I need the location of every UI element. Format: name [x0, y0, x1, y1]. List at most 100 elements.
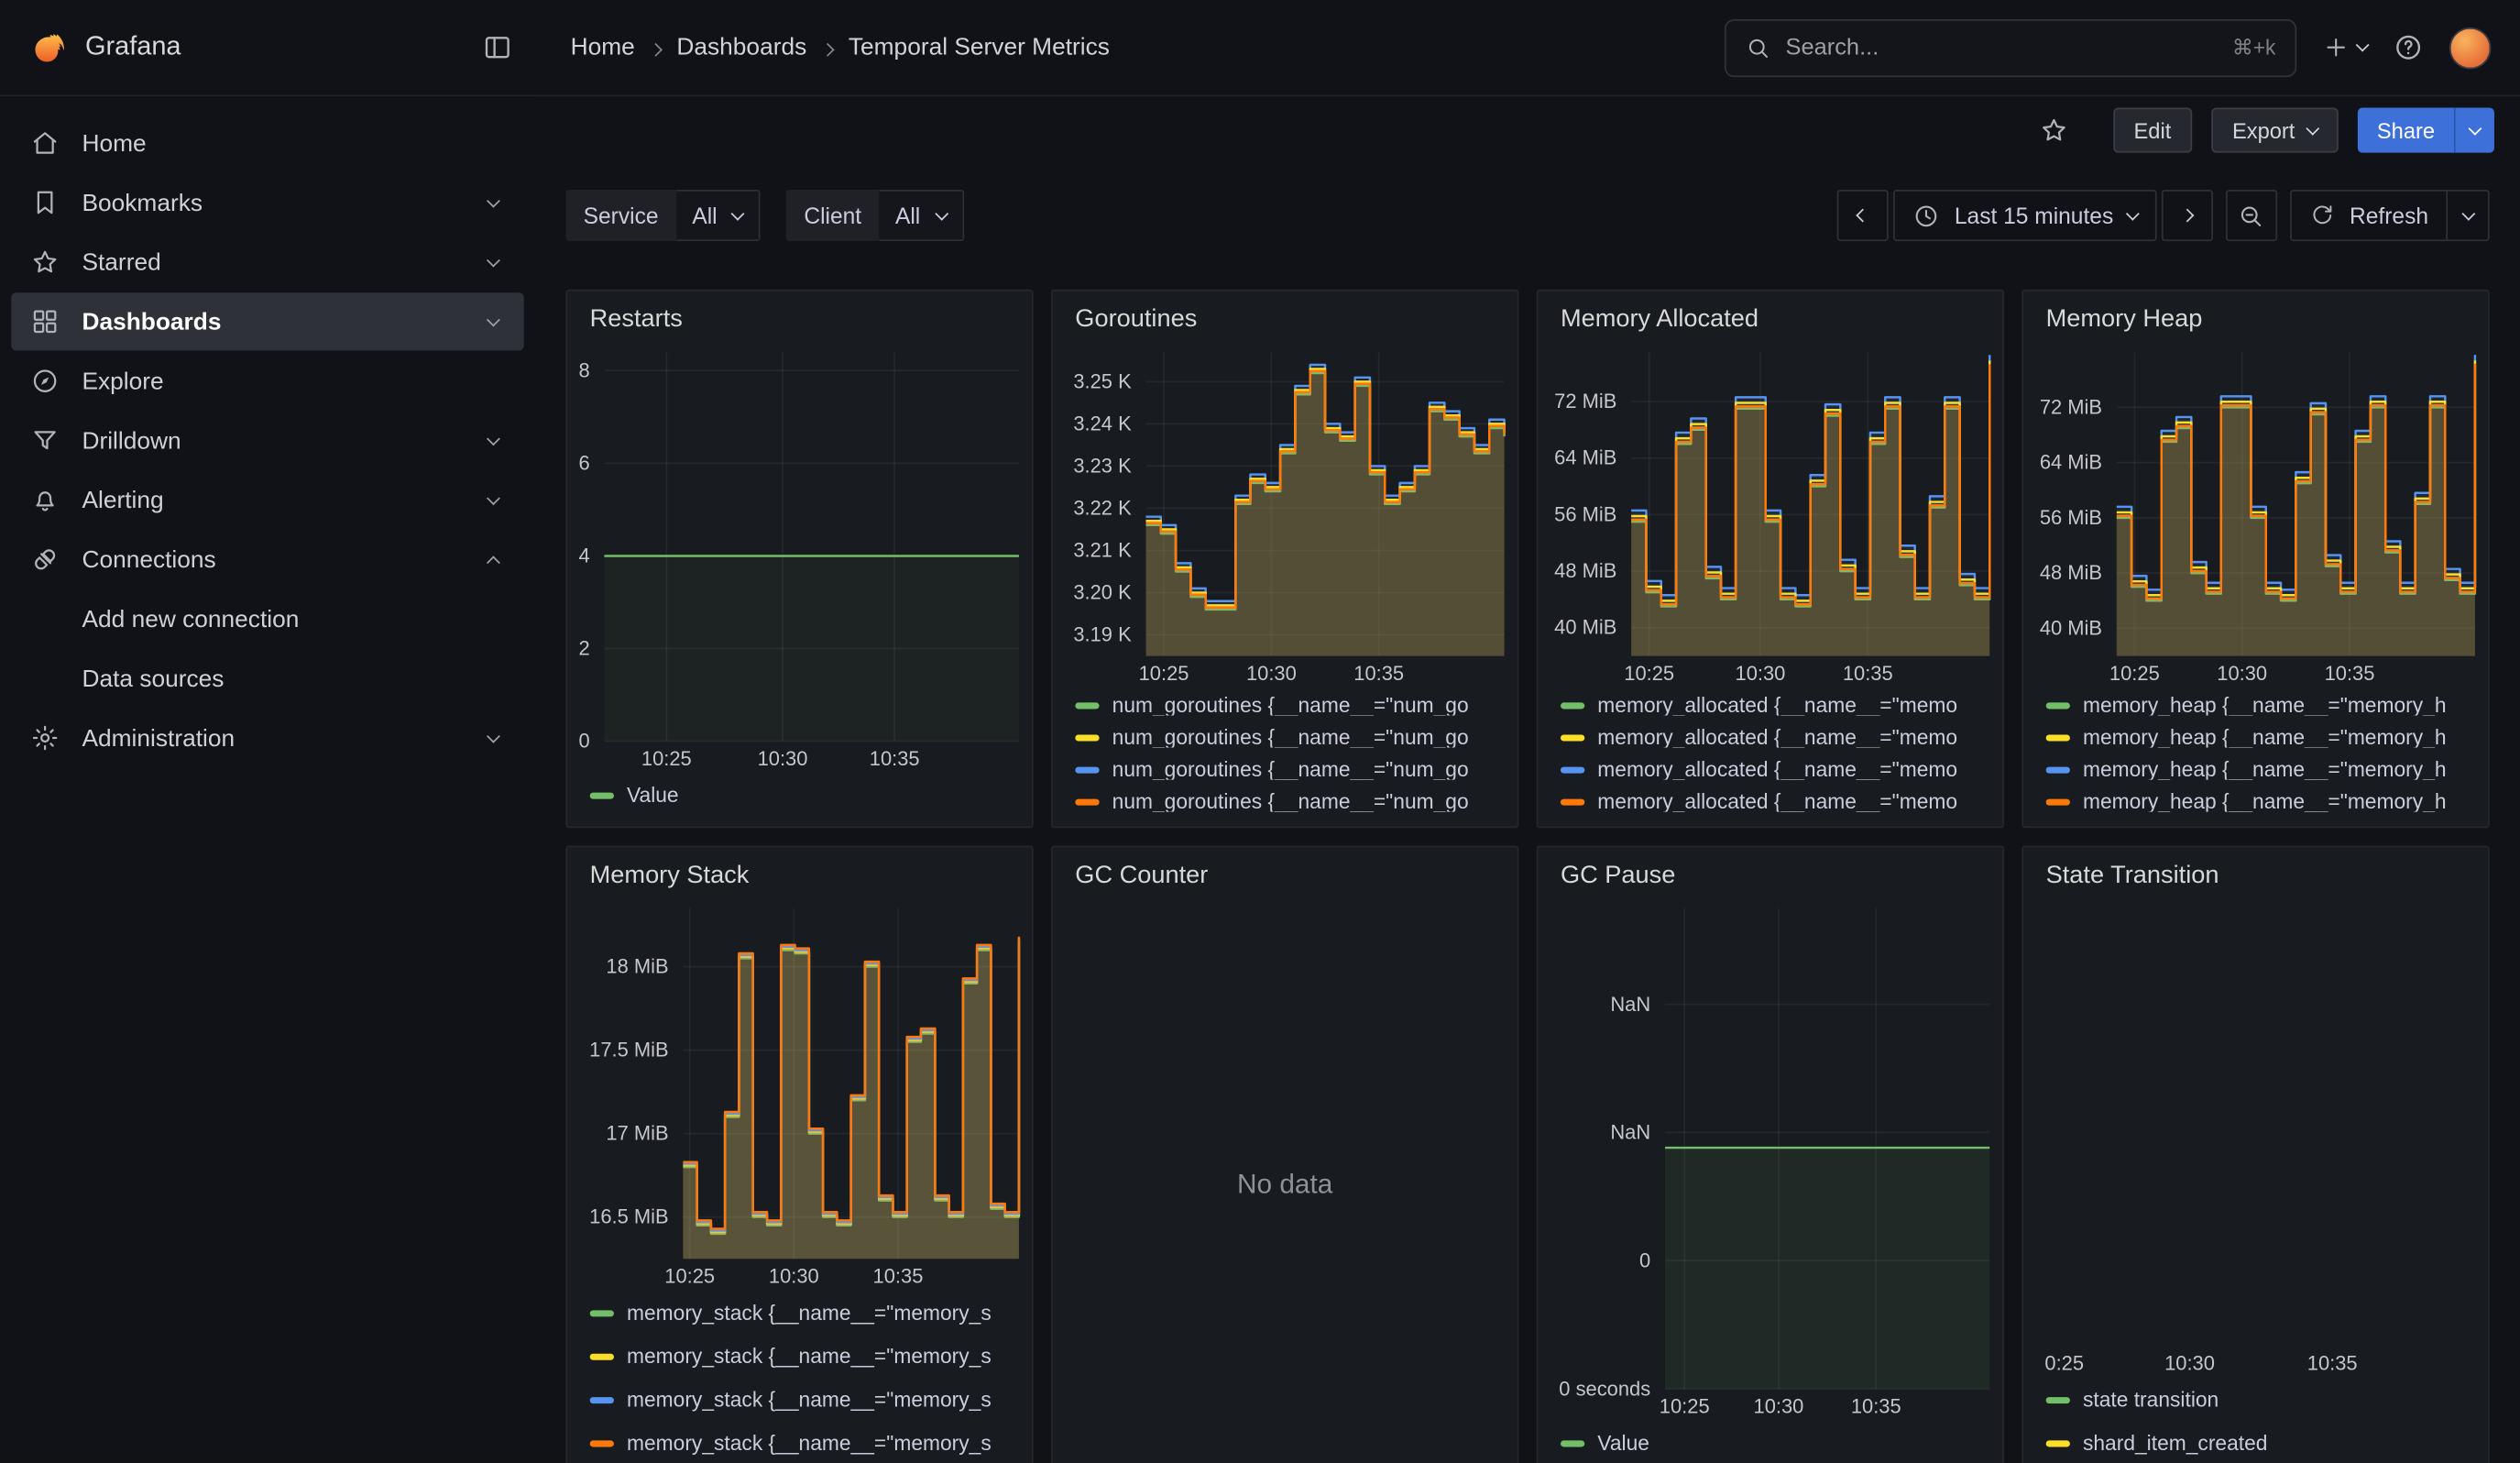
- legend-label: shard_item_created: [2083, 1427, 2268, 1459]
- legend-item[interactable]: memory_allocated {__name__="memo: [1561, 791, 1980, 812]
- legend-item[interactable]: memory_allocated {__name__="memo: [1561, 759, 1980, 780]
- breadcrumb-dashboards[interactable]: Dashboards: [676, 34, 806, 61]
- sidebar-item-starred[interactable]: Starred: [11, 233, 523, 291]
- legend-label: Value: [627, 780, 679, 812]
- sidebar-item-connections[interactable]: Connections: [11, 531, 523, 588]
- help-icon[interactable]: [2393, 32, 2423, 62]
- favorite-star-icon[interactable]: [2039, 116, 2068, 145]
- breadcrumb-home[interactable]: Home: [571, 34, 635, 61]
- share-menu-button[interactable]: [2454, 108, 2494, 153]
- svg-text:10:30: 10:30: [1754, 1395, 1804, 1418]
- sidebar-item-label: Dashboards: [82, 308, 466, 336]
- svg-text:6: 6: [578, 451, 589, 474]
- chart-area[interactable]: 72 MiB64 MiB56 MiB48 MiB40 MiB10:2510:30…: [1538, 339, 2002, 688]
- sidebar-item-bookmarks[interactable]: Bookmarks: [11, 173, 523, 231]
- panel-title[interactable]: GC Counter: [1053, 847, 1517, 896]
- chart-area[interactable]: 72 MiB64 MiB56 MiB48 MiB40 MiB10:2510:30…: [2023, 339, 2488, 688]
- legend-item[interactable]: memory_stack {__name__="memory_s: [590, 1297, 1010, 1329]
- legend-item[interactable]: memory_heap {__name__="memory_h: [2046, 727, 2466, 748]
- search-input[interactable]: [1786, 35, 2219, 60]
- clock-icon: [1912, 202, 1940, 229]
- legend-item[interactable]: shard_item_created: [2046, 1427, 2466, 1459]
- chart-area[interactable]: 8642010:2510:3010:35: [567, 339, 1032, 774]
- svg-text:3.24 K: 3.24 K: [1073, 412, 1132, 434]
- sidebar-item-home[interactable]: Home: [11, 115, 523, 172]
- chart-canvas[interactable]: 3.25 K3.24 K3.23 K3.22 K3.21 K3.20 K3.19…: [1053, 339, 1517, 688]
- sidebar-item-add-new-connection[interactable]: Add new connection: [11, 590, 523, 648]
- legend-item[interactable]: Value: [1561, 1427, 1980, 1459]
- sidebar-item-administration[interactable]: Administration: [11, 709, 523, 766]
- search-icon: [1746, 35, 1771, 60]
- legend-color-swatch: [590, 1310, 614, 1316]
- time-shift-back-button[interactable]: [1837, 190, 1889, 241]
- chevron-down-icon: [487, 490, 500, 504]
- chart-canvas[interactable]: NaNNaN00 seconds10:2510:3010:35: [1538, 896, 2002, 1422]
- legend-item[interactable]: num_goroutines {__name__="num_go: [1075, 759, 1495, 780]
- panel-title[interactable]: GC Pause: [1538, 847, 2002, 896]
- panel-title[interactable]: Goroutines: [1053, 291, 1517, 339]
- add-menu-button[interactable]: [2322, 34, 2367, 61]
- svg-text:3.25 K: 3.25 K: [1073, 369, 1132, 392]
- sidebar-item-label: Explore: [82, 368, 504, 395]
- svg-text:17.5 MiB: 17.5 MiB: [589, 1039, 668, 1062]
- legend-item[interactable]: memory_heap {__name__="memory_h: [2046, 695, 2466, 716]
- avatar[interactable]: [2449, 27, 2492, 69]
- chart-canvas[interactable]: 72 MiB64 MiB56 MiB48 MiB40 MiB10:2510:30…: [1538, 339, 2002, 688]
- chevron-down-icon: [731, 206, 745, 220]
- chart-canvas[interactable]: 0:2510:3010:35: [2023, 896, 2488, 1378]
- edit-button[interactable]: Edit: [2113, 108, 2192, 153]
- legend-item[interactable]: memory_heap {__name__="memory_h: [2046, 791, 2466, 812]
- time-range-picker[interactable]: Last 15 minutes: [1893, 190, 2156, 241]
- panel-title[interactable]: Restarts: [567, 291, 1032, 339]
- chart-area[interactable]: 3.25 K3.24 K3.23 K3.22 K3.21 K3.20 K3.19…: [1053, 339, 1517, 688]
- variable-value-dropdown[interactable]: All: [676, 190, 761, 241]
- chevron-down-icon: [487, 253, 500, 267]
- panel-title[interactable]: Memory Stack: [567, 847, 1032, 896]
- chart-area[interactable]: 0:2510:3010:35: [2023, 896, 2488, 1378]
- sidebar-item-dashboards[interactable]: Dashboards: [11, 292, 523, 350]
- legend-item[interactable]: state transition: [2046, 1384, 2466, 1416]
- variable-client[interactable]: Client All: [786, 190, 964, 241]
- legend-item[interactable]: memory_allocated {__name__="memo: [1561, 727, 1980, 748]
- zoom-out-icon[interactable]: [2226, 190, 2277, 241]
- variable-service[interactable]: Service All: [565, 190, 761, 241]
- search-shortcut: ⌘+k: [2232, 35, 2276, 60]
- search-box[interactable]: ⌘+k: [1725, 18, 2296, 76]
- legend-item[interactable]: Value: [590, 780, 1010, 812]
- panel-title[interactable]: Memory Allocated: [1538, 291, 2002, 339]
- share-split-button: Share: [2358, 108, 2494, 153]
- sidebar-toggle-icon[interactable]: [482, 32, 512, 62]
- panel-title[interactable]: State Transition: [2023, 847, 2488, 896]
- chart-canvas[interactable]: 18 MiB17.5 MiB17 MiB16.5 MiB10:2510:3010…: [567, 896, 1032, 1291]
- panel-title[interactable]: Memory Heap: [2023, 291, 2488, 339]
- sidebar-item-data-sources[interactable]: Data sources: [11, 650, 523, 708]
- refresh-interval-button[interactable]: [2446, 192, 2488, 240]
- grafana-logo[interactable]: [26, 27, 68, 69]
- panel-legend: memory_stack {__name__="memory_s memory_s…: [567, 1291, 1032, 1463]
- legend-item[interactable]: memory_allocated {__name__="memo: [1561, 695, 1980, 716]
- chart-canvas[interactable]: 8642010:2510:3010:35: [567, 339, 1032, 774]
- chart-area[interactable]: NaNNaN00 seconds10:2510:3010:35: [1538, 896, 2002, 1422]
- legend-item[interactable]: memory_stack {__name__="memory_s: [590, 1427, 1010, 1459]
- sidebar-item-drilldown[interactable]: Drilldown: [11, 412, 523, 469]
- legend-color-swatch: [2046, 1440, 2070, 1446]
- share-button[interactable]: Share: [2358, 108, 2454, 153]
- export-button[interactable]: Export: [2211, 108, 2339, 153]
- chart-canvas[interactable]: 72 MiB64 MiB56 MiB48 MiB40 MiB10:2510:30…: [2023, 339, 2488, 688]
- svg-text:0:25: 0:25: [2044, 1351, 2084, 1374]
- legend-item[interactable]: memory_stack {__name__="memory_s: [590, 1341, 1010, 1373]
- legend-item[interactable]: memory_stack {__name__="memory_s: [590, 1384, 1010, 1416]
- legend-item[interactable]: num_goroutines {__name__="num_go: [1075, 727, 1495, 748]
- legend-item[interactable]: memory_heap {__name__="memory_h: [2046, 759, 2466, 780]
- sidebar-item-alerting[interactable]: Alerting: [11, 471, 523, 529]
- sidebar-item-explore[interactable]: Explore: [11, 352, 523, 410]
- svg-text:56 MiB: 56 MiB: [2040, 506, 2102, 529]
- variable-value-dropdown[interactable]: All: [879, 190, 963, 241]
- refresh-button[interactable]: Refresh: [2292, 192, 2446, 240]
- chart-area[interactable]: 18 MiB17.5 MiB17 MiB16.5 MiB10:2510:3010…: [567, 896, 1032, 1291]
- legend-item[interactable]: num_goroutines {__name__="num_go: [1075, 791, 1495, 812]
- time-shift-forward-button[interactable]: [2162, 190, 2213, 241]
- svg-text:2: 2: [578, 636, 589, 659]
- legend-item[interactable]: num_goroutines {__name__="num_go: [1075, 695, 1495, 716]
- legend-label: num_goroutines {__name__="num_go: [1112, 759, 1469, 780]
